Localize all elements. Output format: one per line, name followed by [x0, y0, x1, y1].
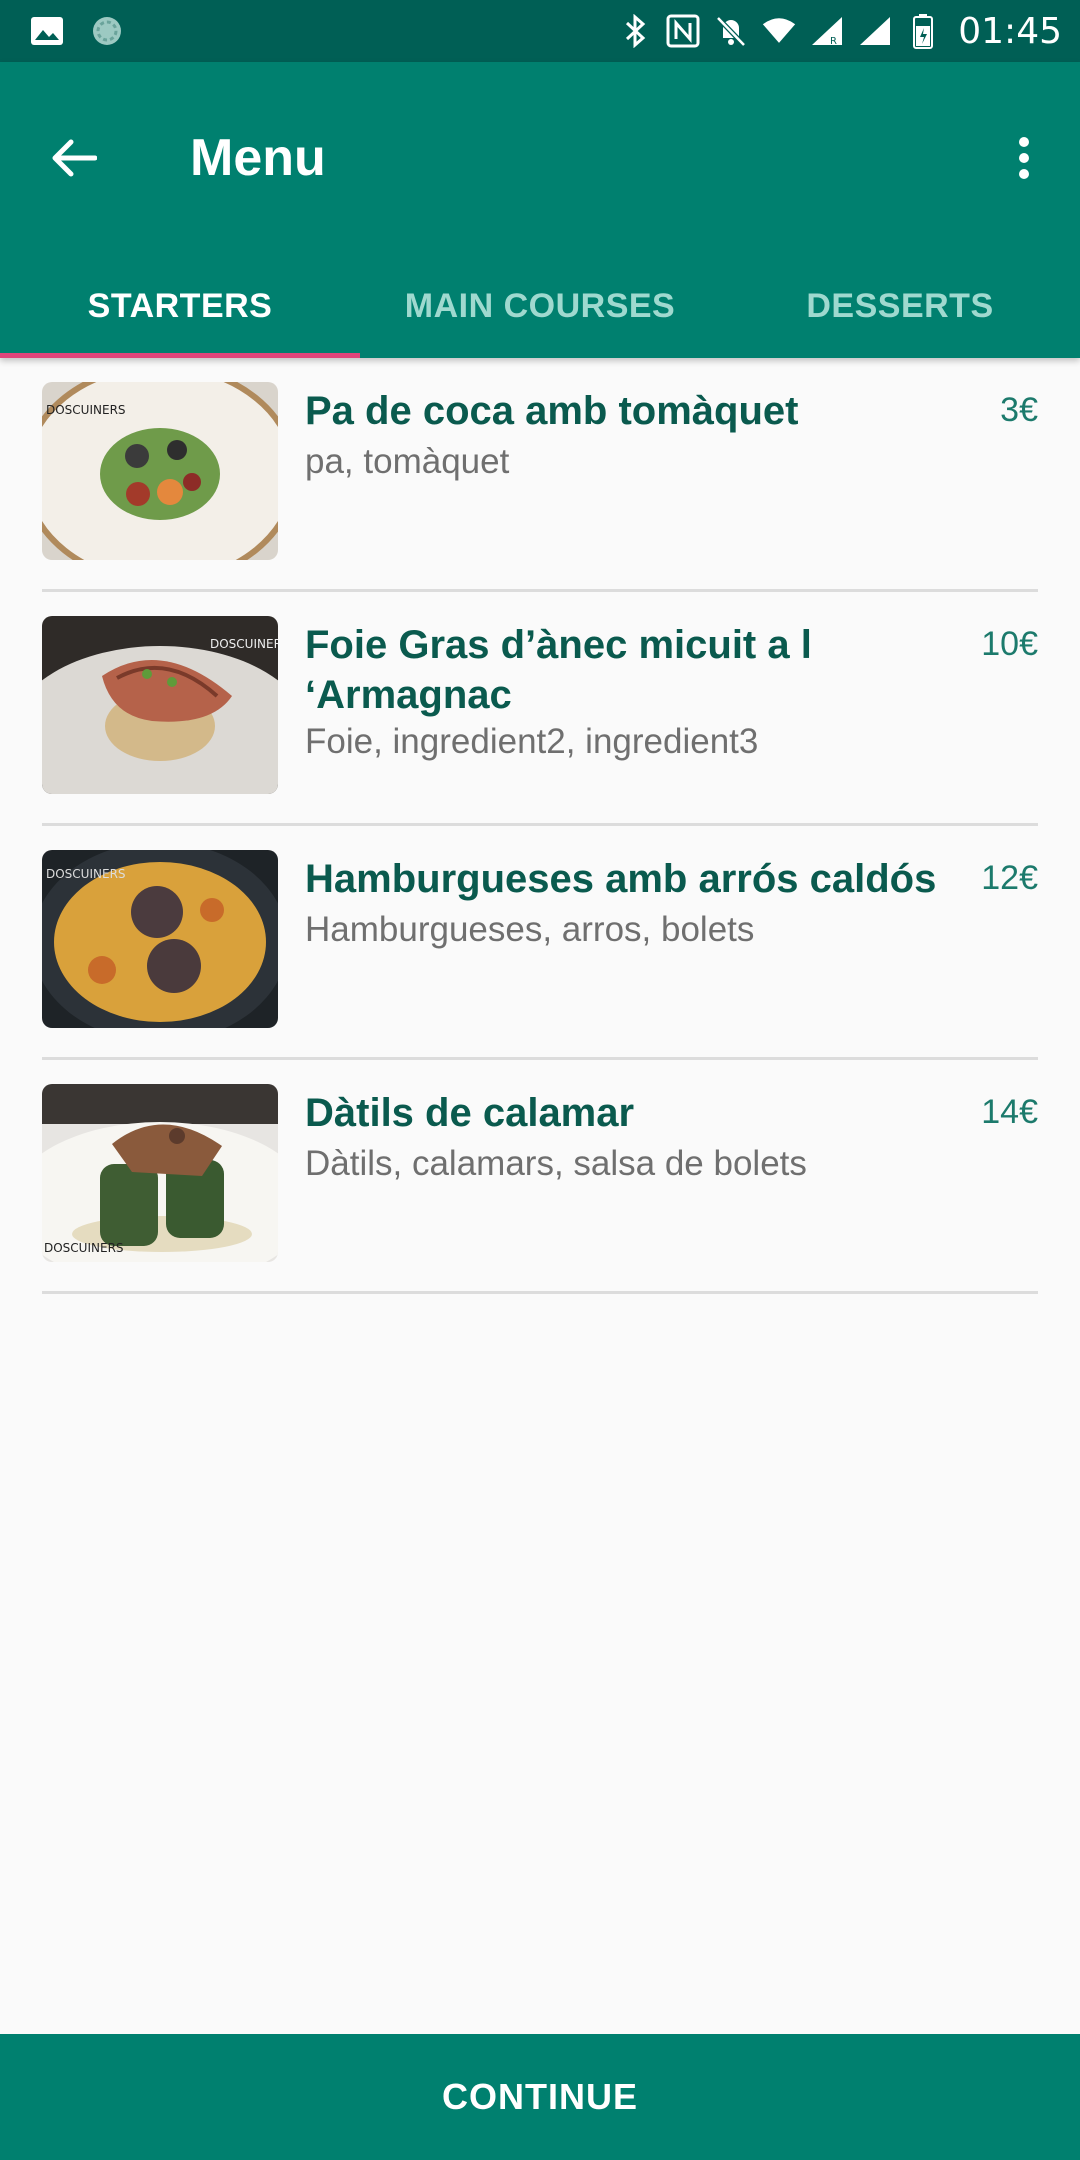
dish-image: DOSCUINERS	[42, 616, 278, 794]
battery-icon	[906, 14, 940, 49]
page-title: Menu	[190, 129, 326, 187]
signal-icon	[858, 14, 892, 48]
list-item[interactable]: DOSCUINERS Dàtils de calamar Dàtils, cal…	[42, 1060, 1038, 1294]
tab-bar: STARTERS MAIN COURSES DESSERTS	[0, 254, 1080, 358]
dish-price: 3€	[1000, 391, 1038, 429]
bluetooth-icon	[618, 14, 652, 48]
list-item[interactable]: DOSCUINERS Foie Gras d’ànec micuit a l ‘…	[42, 592, 1038, 826]
menu-list: DOSCUINERS Pa de coca amb tomàquet pa, t…	[0, 358, 1080, 1294]
status-bar-left	[30, 14, 124, 48]
svg-text:DOSCUINERS: DOSCUINERS	[210, 637, 278, 651]
notifications-off-icon	[714, 14, 748, 48]
signal-icon: R	[810, 14, 844, 48]
app-bar: Menu STARTERS MAIN COURSES DESSERTS	[0, 62, 1080, 358]
dish-image: DOSCUINERS	[42, 382, 278, 560]
dish-ingredients: Hamburgueses, arros, bolets	[305, 910, 755, 949]
status-bar-right: R 01:45	[618, 10, 1062, 52]
dish-image: DOSCUINERS	[42, 1084, 278, 1262]
overflow-menu-button[interactable]	[994, 124, 1054, 192]
more-vert-icon	[1019, 137, 1029, 179]
arrow-back-icon	[52, 139, 97, 177]
status-bar: R 01:45	[0, 0, 1080, 62]
back-button[interactable]	[40, 124, 108, 192]
svg-text:DOSCUINERS: DOSCUINERS	[46, 867, 126, 881]
dish-ingredients: pa, tomàquet	[305, 442, 510, 481]
dish-ingredients: Dàtils, calamars, salsa de bolets	[305, 1144, 807, 1183]
tab-desserts[interactable]: DESSERTS	[720, 254, 1080, 358]
continue-button[interactable]: CONTINUE	[0, 2034, 1080, 2160]
svg-text:R: R	[830, 36, 837, 47]
toolbar: Menu	[0, 62, 1080, 254]
dish-price: 14€	[981, 1093, 1038, 1131]
status-time: 01:45	[958, 10, 1062, 52]
list-item[interactable]: DOSCUINERS Pa de coca amb tomàquet pa, t…	[42, 358, 1038, 592]
svg-text:DOSCUINERS: DOSCUINERS	[44, 1241, 124, 1255]
dish-price: 10€	[981, 625, 1038, 663]
dish-name: Pa de coca amb tomàquet	[305, 389, 799, 433]
dish-price: 12€	[981, 859, 1038, 897]
tab-starters[interactable]: STARTERS	[0, 254, 360, 358]
list-item[interactable]: DOSCUINERS Hamburgueses amb arrós caldós…	[42, 826, 1038, 1060]
tab-main-courses[interactable]: MAIN COURSES	[360, 254, 720, 358]
wifi-icon	[762, 14, 796, 48]
dish-ingredients: Foie, ingredient2, ingredient3	[305, 722, 759, 761]
dish-name: Dàtils de calamar	[305, 1091, 635, 1135]
dish-name: Foie Gras d’ànec micuit a l ‘Armagnac	[305, 623, 812, 717]
nfc-icon	[666, 14, 700, 48]
image-icon	[30, 14, 64, 48]
dish-image: DOSCUINERS	[42, 850, 278, 1028]
sync-icon	[90, 14, 124, 48]
dish-name: Hamburgueses amb arrós caldós	[305, 857, 937, 901]
svg-text:DOSCUINERS: DOSCUINERS	[46, 403, 126, 417]
